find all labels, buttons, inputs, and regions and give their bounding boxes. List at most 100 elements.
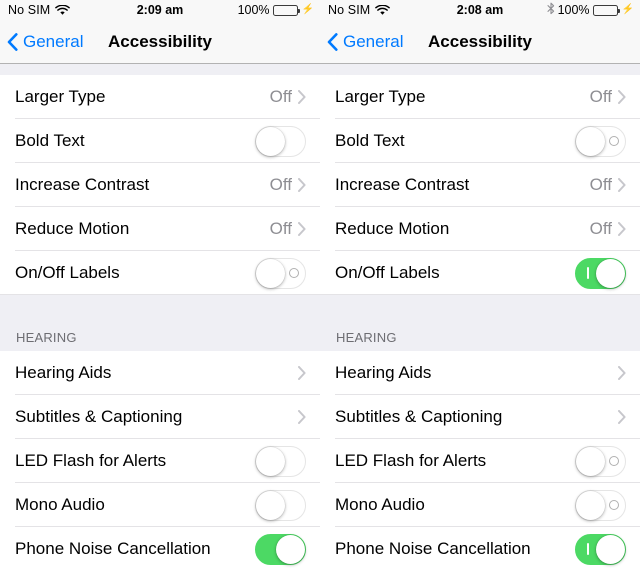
settings-row[interactable]: Reduce Motion Off <box>320 207 640 251</box>
status-bar-right: 100% ⚡ <box>547 2 634 18</box>
toggle-knob <box>256 446 285 476</box>
row-label: LED Flash for Alerts <box>335 451 487 470</box>
lightning-bolt-icon: ⚡ <box>621 4 634 15</box>
toggle-knob <box>596 258 625 288</box>
row-label: Larger Type <box>15 87 106 106</box>
row-label: Hearing Aids <box>335 363 432 382</box>
row-accessory <box>575 125 640 157</box>
row-label: Bold Text <box>15 131 85 150</box>
row-accessory <box>618 410 640 424</box>
row-accessory <box>575 445 640 477</box>
settings-row[interactable]: Reduce Motion Off <box>0 207 320 251</box>
toggle-switch[interactable] <box>575 489 626 521</box>
toggle-switch[interactable] <box>575 533 626 565</box>
row-accessory <box>575 533 640 565</box>
chevron-right-icon <box>298 366 306 380</box>
settings-row[interactable]: LED Flash for Alerts <box>320 439 640 483</box>
settings-row[interactable]: On/Off Labels <box>0 251 320 295</box>
wifi-icon <box>375 4 391 15</box>
row-value: Off <box>269 219 292 238</box>
chevron-left-icon <box>7 32 18 51</box>
chevron-right-icon <box>618 90 626 104</box>
settings-row[interactable]: Larger Type Off <box>320 75 640 119</box>
row-accessory: Off <box>590 219 640 239</box>
toggle-knob <box>256 490 285 520</box>
wifi-status-icon <box>375 4 391 16</box>
chevron-right-icon <box>618 90 626 104</box>
settings-row[interactable]: On/Off Labels <box>320 251 640 295</box>
row-label: Subtitles & Captioning <box>335 407 503 426</box>
toggle-switch[interactable] <box>255 533 306 565</box>
toggle-knob <box>596 534 625 564</box>
settings-row[interactable]: Hearing Aids <box>0 351 320 395</box>
settings-row[interactable]: LED Flash for Alerts <box>0 439 320 483</box>
settings-row[interactable]: Mono Audio <box>320 483 640 527</box>
back-button-general[interactable]: General <box>0 32 83 52</box>
row-label: On/Off Labels <box>15 263 120 282</box>
toggle-knob <box>576 446 605 476</box>
back-button-general[interactable]: General <box>320 32 403 52</box>
row-accessory <box>298 410 320 424</box>
chevron-right-icon <box>618 366 626 380</box>
chevron-right-icon <box>298 222 306 236</box>
toggle-knob <box>256 258 285 288</box>
switch-off-label-icon <box>607 127 621 156</box>
settings-row[interactable]: Bold Text <box>0 119 320 163</box>
row-label: Hearing Aids <box>15 363 112 382</box>
navigation-bar: General Accessibility <box>0 20 320 64</box>
row-accessory <box>298 366 320 380</box>
row-label: Increase Contrast <box>335 175 470 194</box>
row-label: Mono Audio <box>15 495 105 514</box>
settings-row[interactable]: Phone Noise Cancellation <box>0 527 320 568</box>
toggle-switch[interactable] <box>255 489 306 521</box>
lightning-bolt-icon: ⚡ <box>301 4 314 15</box>
row-value: Off <box>589 175 612 194</box>
row-value: Off <box>269 87 292 106</box>
toggle-switch[interactable] <box>255 125 306 157</box>
settings-row[interactable]: Bold Text <box>320 119 640 163</box>
wifi-status-icon <box>55 4 71 16</box>
navigation-bar: General Accessibility <box>320 20 640 64</box>
row-value: Off <box>589 219 612 238</box>
battery-icon <box>272 4 300 16</box>
settings-row[interactable]: Increase Contrast Off <box>320 163 640 207</box>
settings-list[interactable]: Larger Type Off Bold Text Increase Contrast… <box>0 64 320 568</box>
toggle-switch[interactable] <box>255 445 306 477</box>
toggle-switch[interactable] <box>575 445 626 477</box>
toggle-switch[interactable] <box>575 125 626 157</box>
chevron-right-icon <box>618 178 626 192</box>
row-label: Larger Type <box>335 87 426 106</box>
toggle-knob <box>276 534 305 564</box>
chevron-right-icon <box>618 178 626 192</box>
settings-row[interactable]: Phone Noise Cancellation <box>320 527 640 568</box>
phone-screen-right: No SIM 2:08 am 100% ⚡ General Accessibility La… <box>320 0 640 568</box>
battery-icon <box>592 4 620 16</box>
toggle-switch[interactable] <box>255 257 306 289</box>
toggle-knob <box>256 126 285 156</box>
status-bar-left: No SIM <box>328 3 391 17</box>
carrier-label: No SIM <box>8 3 51 17</box>
status-bar: No SIM 2:09 am 100% ⚡ <box>0 0 320 20</box>
chevron-right-icon <box>298 178 306 192</box>
row-label: LED Flash for Alerts <box>15 451 167 470</box>
settings-row[interactable]: Larger Type Off <box>0 75 320 119</box>
settings-list[interactable]: Larger Type Off Bold Text Increase Contrast… <box>320 64 640 568</box>
list-top-spacer <box>320 64 640 75</box>
settings-row[interactable]: Increase Contrast Off <box>0 163 320 207</box>
row-label: Subtitles & Captioning <box>15 407 183 426</box>
chevron-right-icon <box>298 178 306 192</box>
settings-row[interactable]: Subtitles & Captioning <box>320 395 640 439</box>
settings-row[interactable]: Subtitles & Captioning <box>0 395 320 439</box>
settings-row[interactable]: Hearing Aids <box>320 351 640 395</box>
row-label: Phone Noise Cancellation <box>335 539 531 558</box>
chevron-right-icon <box>298 366 306 380</box>
row-accessory: Off <box>270 175 320 195</box>
chevron-right-icon <box>298 222 306 236</box>
toggle-switch[interactable] <box>575 257 626 289</box>
row-accessory <box>618 366 640 380</box>
row-accessory: Off <box>270 219 320 239</box>
row-label: Reduce Motion <box>15 219 130 238</box>
settings-row[interactable]: Mono Audio <box>0 483 320 527</box>
row-label: Increase Contrast <box>15 175 150 194</box>
toggle-knob <box>576 490 605 520</box>
